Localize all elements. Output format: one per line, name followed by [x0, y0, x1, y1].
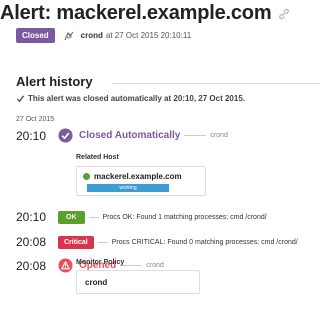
- event-message: Procs CRITICAL: Found 0 matching process…: [111, 238, 298, 246]
- critical-status-badge: Critical: [58, 235, 94, 249]
- host-name[interactable]: mackerel.example.com: [94, 172, 182, 181]
- host-status-badge: working: [87, 184, 169, 192]
- opened-warning-icon: [58, 258, 73, 273]
- related-host-label: Related Host: [76, 154, 119, 161]
- cron-user-icon: [64, 31, 74, 40]
- page-header: Alert: mackerel.example.com: [0, 2, 291, 25]
- history-event-ok: 20:10 OK Procs OK: Found 1 matching proc…: [16, 210, 267, 224]
- section-title-alert-history: Alert history: [16, 74, 93, 89]
- host-status-dot: [83, 173, 90, 180]
- event-message: Procs OK: Found 1 matching processes; cm…: [102, 213, 267, 221]
- event-time: 20:10: [16, 210, 47, 224]
- ok-status-badge: OK: [58, 210, 85, 224]
- status-badge: Closed: [16, 28, 55, 43]
- alert-meta: Closed crond at 27 Oct 2015 20:10:11: [16, 28, 191, 43]
- event-divider: [97, 241, 108, 243]
- history-event-critical: 20:08 Critical Procs CRITICAL: Found 0 m…: [16, 235, 298, 249]
- event-user[interactable]: crond: [146, 262, 164, 269]
- event-divider: [184, 135, 207, 136]
- event-user[interactable]: crond: [210, 132, 228, 139]
- closed-check-icon: [58, 128, 73, 143]
- meta-timestamp: at 27 Oct 2015 20:10:11: [105, 31, 192, 40]
- event-time: 20:10: [16, 128, 47, 143]
- related-host-card[interactable]: mackerel.example.com working: [76, 166, 206, 196]
- link-icon[interactable]: [277, 7, 291, 21]
- event-time: 20:08: [16, 258, 47, 273]
- host-name-row: mackerel.example.com: [83, 172, 182, 181]
- monitor-policy-label: Monitor Policy: [76, 259, 125, 266]
- monitor-policy-card[interactable]: crond: [76, 270, 200, 294]
- event-label: Closed Automatically: [79, 130, 181, 141]
- event-time: 20:08: [16, 235, 47, 249]
- meta-user[interactable]: crond: [81, 31, 103, 40]
- auto-closed-note: This alert was closed automatically at 2…: [16, 94, 245, 103]
- check-icon: [16, 95, 25, 103]
- event-divider: [88, 216, 99, 218]
- monitor-name[interactable]: crond: [85, 278, 107, 287]
- history-date: 27 Oct 2015: [16, 116, 55, 123]
- history-event-closed: 20:10 Closed Automatically crond: [16, 128, 228, 143]
- section-divider: [112, 83, 320, 84]
- auto-closed-text: This alert was closed automatically at 2…: [28, 94, 245, 103]
- page-title: Alert: mackerel.example.com: [0, 2, 272, 24]
